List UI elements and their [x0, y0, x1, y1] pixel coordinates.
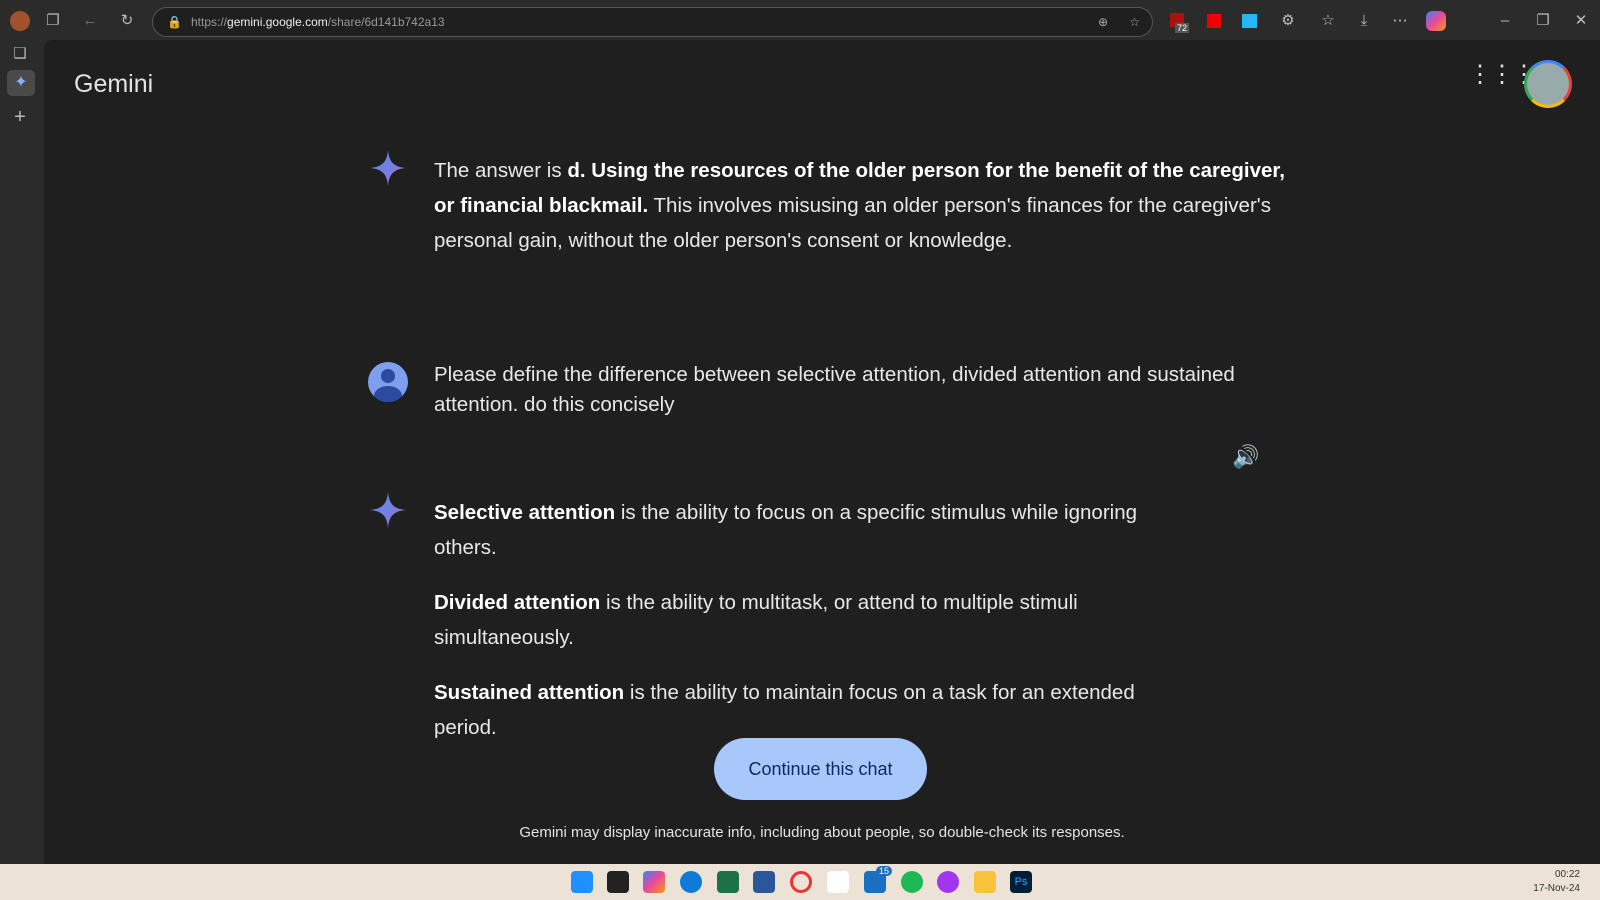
gemini-logo[interactable]: Gemini: [74, 70, 153, 99]
file-explorer-icon[interactable]: [974, 871, 996, 893]
start-icon[interactable]: [571, 871, 593, 893]
gemini-star-icon: [370, 150, 406, 186]
url-domain: gemini.google.com: [227, 15, 328, 29]
url-path: /share/6d141b742a13: [327, 15, 445, 29]
tab-actions-icon[interactable]: ❏: [10, 44, 30, 64]
model-response-2: Selective attention is the ability to fo…: [434, 495, 1164, 745]
favorite-star-icon[interactable]: ☆: [1129, 15, 1140, 29]
excel-icon[interactable]: [717, 871, 739, 893]
copilot-taskbar-icon[interactable]: [643, 871, 665, 893]
minimize-icon[interactable]: –: [1495, 11, 1515, 31]
spotify-icon[interactable]: [901, 871, 923, 893]
gemini-star-icon: [370, 492, 406, 528]
new-tab-icon[interactable]: +: [10, 107, 30, 127]
slack-icon[interactable]: [827, 871, 849, 893]
url-prefix: https://: [191, 15, 228, 29]
disclaimer: Gemini may display inaccurate info, incl…: [519, 824, 1125, 841]
zoom-icon[interactable]: ⊕: [1098, 15, 1108, 29]
definition-selective: Selective attention is the ability to fo…: [434, 501, 1137, 559]
close-icon[interactable]: ✕: [1571, 11, 1591, 31]
refresh-icon[interactable]: ↻: [117, 11, 137, 31]
speaker-icon[interactable]: 🔊: [1232, 444, 1259, 470]
copilot-icon[interactable]: [1426, 11, 1446, 31]
gemini-page: Gemini ⋮⋮⋮ The answer is d. Using the re…: [44, 40, 1600, 864]
gemini-tab-icon[interactable]: ✦: [7, 70, 35, 96]
lock-icon: 🔒: [167, 15, 182, 29]
downloads-icon[interactable]: ⤓: [1354, 11, 1374, 31]
definition-divided: Divided attention is the ability to mult…: [434, 591, 1078, 649]
user-prompt: Please define the difference between sel…: [434, 363, 1235, 416]
system-clock[interactable]: 00:22 17-Nov-24: [1533, 868, 1580, 896]
model-response-1: The answer is d. Using the resources of …: [434, 153, 1294, 258]
extension-badge: 72: [1175, 23, 1190, 33]
more-icon[interactable]: ⋯: [1390, 11, 1410, 31]
favorites-icon[interactable]: ☆: [1318, 11, 1338, 31]
browser-sidebar: ❏ ✦ +: [0, 42, 44, 864]
photoshop-icon[interactable]: Ps: [1010, 871, 1032, 893]
workspaces-icon[interactable]: ❐: [43, 11, 63, 31]
back-icon[interactable]: ←: [80, 11, 100, 31]
profile-icon[interactable]: [10, 11, 30, 31]
extension-link-icon[interactable]: [1242, 14, 1257, 28]
windows-taskbar: 15 Ps 00:22 17-Nov-24: [0, 864, 1600, 900]
user-avatar: [368, 362, 408, 402]
address-bar[interactable]: 🔒 https://gemini.google.com/share/6d141b…: [152, 7, 1153, 37]
word-icon[interactable]: [753, 871, 775, 893]
response-text: The answer is: [434, 159, 568, 182]
restore-icon[interactable]: ❐: [1533, 11, 1553, 31]
continue-chat-button[interactable]: Continue this chat: [714, 738, 927, 800]
browser-toolbar: ❐ ← ↻ 🔒 https://gemini.google.com/share/…: [0, 0, 1600, 42]
extension-red-icon[interactable]: [1207, 14, 1221, 28]
account-avatar[interactable]: [1524, 60, 1572, 108]
notification-badge: 15: [876, 866, 893, 876]
extensions-icon[interactable]: ⚙: [1278, 11, 1298, 31]
opera-icon[interactable]: [790, 871, 812, 893]
definition-sustained: Sustained attention is the ability to ma…: [434, 681, 1135, 739]
edge-icon[interactable]: [680, 871, 702, 893]
messenger-icon[interactable]: [937, 871, 959, 893]
task-view-icon[interactable]: [607, 871, 629, 893]
